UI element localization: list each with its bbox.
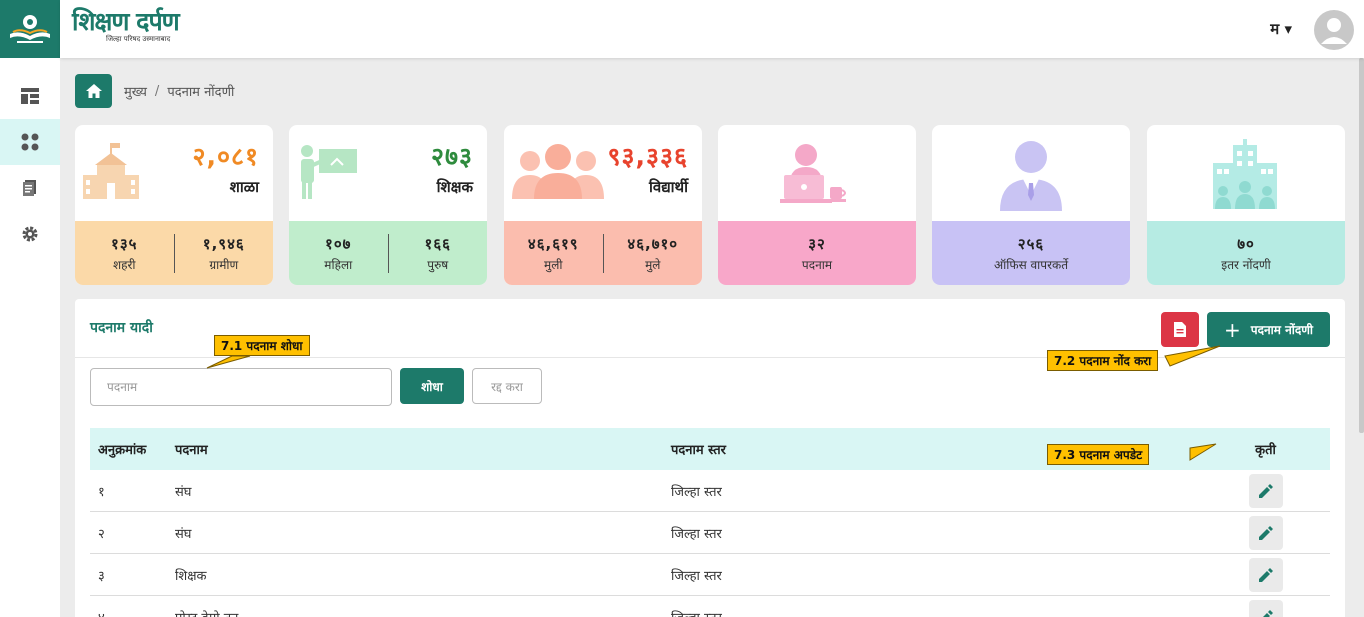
callout-add: 7.2 पदनाम नोंद करा [1047, 350, 1159, 371]
callout-update: 7.3 पदनाम अपडेट [1047, 444, 1150, 465]
callout-pointers [206, 345, 1221, 461]
callout-search: 7.1 पदनाम शोधा [214, 335, 310, 356]
